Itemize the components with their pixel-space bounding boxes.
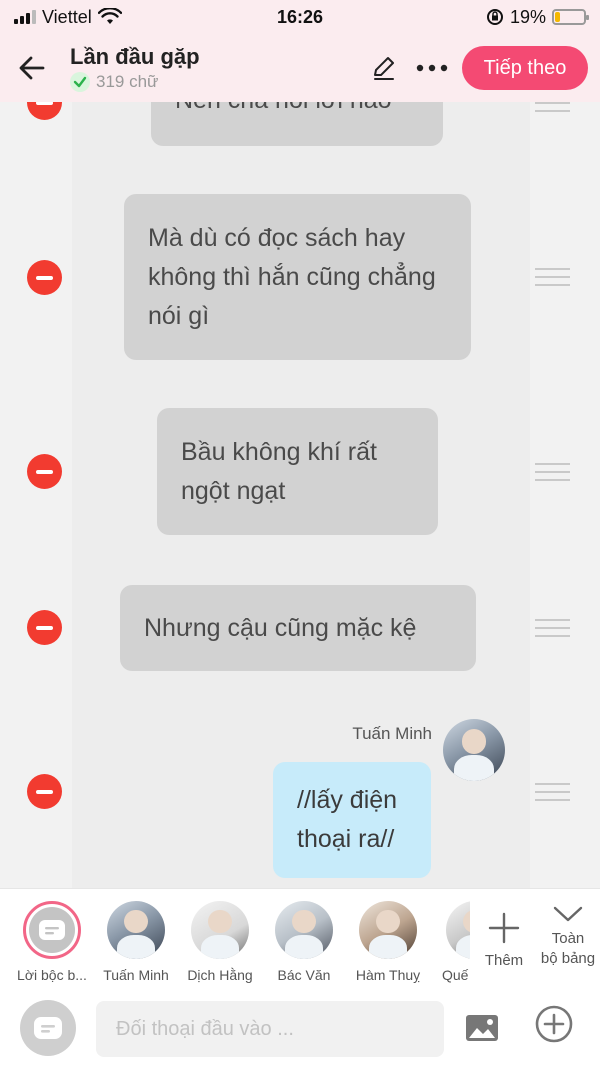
speaker-name: Tuấn Minh: [352, 724, 432, 743]
pencil-icon: [374, 57, 394, 80]
character-item[interactable]: Bác Văn: [262, 901, 346, 983]
message-text: //lấy điện thoại ra//: [297, 786, 398, 853]
character-avatar: [275, 901, 333, 959]
top-bar: Lần đầu gặp 319 chữ Tiếp theo: [0, 34, 600, 102]
delete-message-button[interactable]: [27, 774, 62, 809]
word-count-text: 319 chữ: [96, 72, 159, 91]
narration-bubble[interactable]: Nhưng cậu cũng mặc kệ: [120, 585, 476, 671]
more-button[interactable]: [412, 48, 452, 88]
character-avatar: [446, 901, 470, 959]
character-bar: Lời bộc b... Tuấn Minh Dịch Hằng Bác Văn…: [0, 888, 600, 990]
back-button[interactable]: [12, 48, 52, 88]
add-content-button[interactable]: [532, 1002, 576, 1046]
narration-bubble[interactable]: Bầu không khí rất ngột ngạt: [157, 408, 438, 535]
input-bar: [0, 990, 600, 1067]
delete-message-button[interactable]: [27, 260, 62, 295]
carrier-name: Viettel: [42, 6, 92, 27]
character-name: Hàm Thuỵ: [355, 967, 421, 983]
message-text: Nhưng cậu cũng mặc kệ: [144, 613, 417, 642]
character-bubble[interactable]: //lấy điện thoại ra//: [273, 762, 431, 878]
character-name: Bác Văn: [277, 967, 331, 983]
delete-message-button[interactable]: [27, 454, 62, 489]
image-icon: [466, 1015, 498, 1041]
message-text: Mà dù có đọc sách hay không thì hắn cũng…: [148, 223, 436, 330]
delete-message-button[interactable]: [27, 610, 62, 645]
status-left: Viettel: [14, 7, 122, 28]
status-bar: Viettel 16:26 19%: [0, 0, 600, 34]
narration-icon: [39, 920, 65, 940]
add-circle-icon: [535, 1005, 573, 1043]
drag-handle[interactable]: [535, 619, 570, 637]
character-item[interactable]: Dịch Hằng: [178, 901, 262, 983]
check-icon: [70, 72, 90, 92]
drag-handle[interactable]: [535, 783, 570, 801]
insert-image-button[interactable]: [460, 1006, 504, 1050]
add-character-button[interactable]: Thêm: [474, 911, 534, 969]
narration-icon: [34, 1017, 62, 1039]
character-avatar: [359, 901, 417, 959]
chat-area[interactable]: Nên chả nói lời nào Mà dù có đọc sách ha…: [0, 102, 600, 888]
character-avatar: [107, 901, 165, 959]
character-avatar: [191, 901, 249, 959]
edit-button[interactable]: [364, 48, 404, 88]
more-label: Thêm: [484, 952, 524, 969]
delete-message-button[interactable]: [27, 102, 62, 120]
drag-handle[interactable]: [535, 102, 570, 112]
message-text: Bầu không khí rất ngột ngạt: [181, 437, 377, 505]
speaker-avatar[interactable]: [443, 719, 505, 781]
message-text: Nên chả nói lời nào: [175, 102, 392, 120]
all-label-line2: bộ bảng: [540, 950, 596, 967]
narration-toggle-button[interactable]: [20, 1000, 76, 1056]
battery-percent: 19%: [509, 6, 546, 27]
character-item[interactable]: Quế: [430, 901, 470, 983]
character-name: Quế: [442, 967, 469, 983]
wifi-icon: [97, 8, 122, 24]
narration-bubble[interactable]: Mà dù có đọc sách hay không thì hắn cũng…: [124, 194, 471, 360]
next-button[interactable]: Tiếp theo: [462, 46, 588, 90]
battery-icon: [552, 9, 589, 25]
chevron-down-icon: [553, 906, 583, 922]
show-all-characters-button[interactable]: Toàn bộ bảng: [536, 905, 600, 969]
story-title-block: Lần đầu gặp 319 chữ: [70, 44, 364, 92]
signal-icon: [14, 10, 36, 24]
character-name: Lời bộc b...: [17, 967, 87, 983]
status-right: 19%: [486, 6, 589, 28]
all-label-line1: Toàn: [551, 930, 585, 947]
dialogue-input[interactable]: [96, 1001, 444, 1057]
word-count: 319 chữ: [70, 72, 364, 92]
rotation-lock-icon: [486, 9, 503, 25]
drag-handle[interactable]: [535, 268, 570, 286]
more-icon: [416, 64, 448, 72]
story-title: Lần đầu gặp: [70, 44, 200, 69]
character-narrator[interactable]: Lời bộc b...: [10, 901, 94, 983]
narrator-avatar: [23, 901, 81, 959]
character-item[interactable]: Hàm Thuỵ: [346, 901, 430, 983]
character-name: Tuấn Minh: [103, 967, 169, 983]
plus-icon: [488, 912, 520, 944]
back-arrow-icon: [19, 56, 45, 80]
narration-bubble[interactable]: Nên chả nói lời nào: [151, 102, 443, 146]
character-name: Dịch Hằng: [187, 967, 253, 983]
character-item[interactable]: Tuấn Minh: [94, 901, 178, 983]
drag-handle[interactable]: [535, 463, 570, 481]
